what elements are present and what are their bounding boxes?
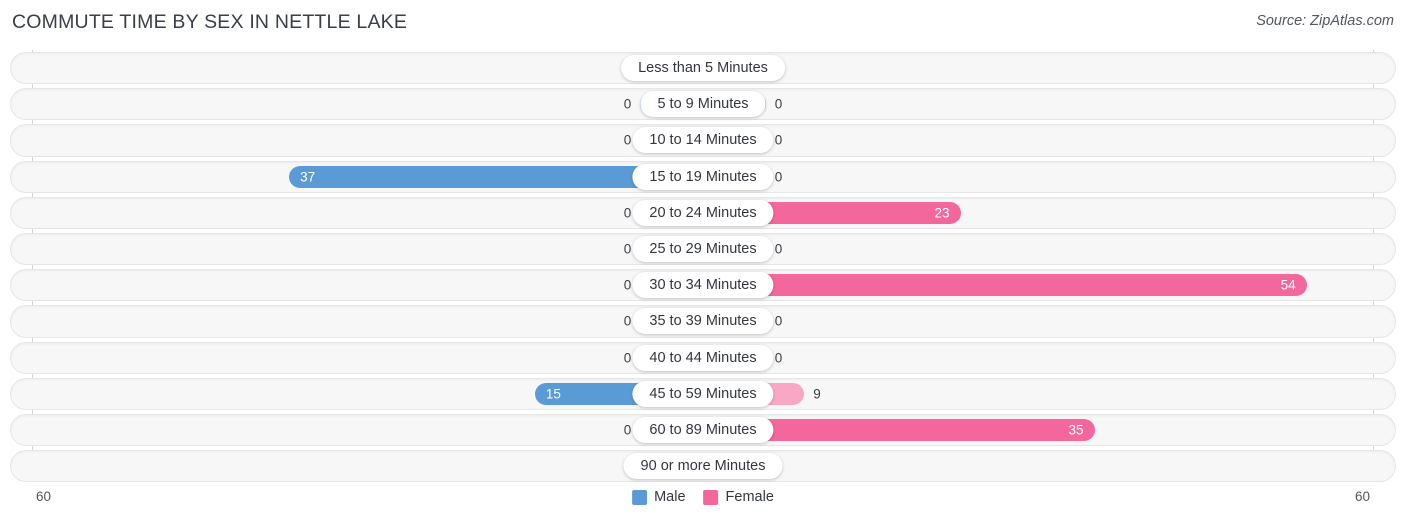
legend-swatch-icon [703, 489, 719, 505]
bar-rows-container: 00Less than 5 Minutes005 to 9 Minutes001… [0, 50, 1406, 484]
female-value-label: 0 [774, 241, 783, 257]
female-value-label: 0 [774, 350, 783, 366]
category-label: 25 to 29 Minutes [632, 236, 774, 263]
chart-row: 15 9 45 to 59 Minutes [10, 376, 1396, 412]
female-value-label: 0 [774, 169, 783, 185]
legend-label: Female [725, 489, 774, 505]
category-label: 30 to 34 Minutes [632, 272, 774, 299]
chart-root: COMMUTE TIME BY SEX IN NETTLE LAKE Sourc… [0, 0, 1406, 523]
category-label: Less than 5 Minutes [621, 55, 785, 82]
legend-swatch-icon [632, 489, 648, 505]
category-label: 10 to 14 Minutes [632, 127, 774, 154]
chart-row: 00Less than 5 Minutes [10, 50, 1396, 86]
male-value-label: 0 [623, 277, 632, 293]
legend-item-male[interactable]: Male [632, 489, 686, 505]
category-label: 40 to 44 Minutes [632, 344, 774, 371]
axis-label-left: 60 [36, 489, 52, 504]
chart-row: 0 0 10 to 14 Minutes [10, 122, 1396, 158]
female-bar[interactable]: 54 [703, 274, 1307, 297]
chart-row: 0 0 5 to 9 Minutes [10, 86, 1396, 122]
female-value-label: 35 [1068, 422, 1084, 438]
chart-row: 0 0 40 to 44 Minutes [10, 340, 1396, 376]
female-value-label: 23 [934, 205, 950, 221]
category-label: 35 to 39 Minutes [632, 308, 774, 335]
chart-footer: 60 60 Male Female [0, 485, 1406, 523]
male-value-label: 37 [300, 169, 316, 185]
male-value-label: 0 [623, 241, 632, 257]
category-label: 20 to 24 Minutes [632, 199, 774, 226]
category-label: 45 to 59 Minutes [632, 380, 774, 407]
female-value-label: 0 [774, 132, 783, 148]
female-value-label: 54 [1280, 277, 1296, 293]
female-value-label: 0 [774, 313, 783, 329]
category-label: 90 or more Minutes [623, 453, 783, 480]
axis-label-right: 60 [1354, 489, 1370, 504]
page-title: COMMUTE TIME BY SEX IN NETTLE LAKE [12, 11, 408, 33]
male-value-label: 0 [623, 313, 632, 329]
plot-area: 00Less than 5 Minutes005 to 9 Minutes001… [0, 50, 1406, 485]
chart-row: 37 0 15 to 19 Minutes [10, 159, 1396, 195]
male-value-label: 0 [623, 96, 632, 112]
male-value-label: 0 [623, 350, 632, 366]
chart-legend: Male Female [632, 489, 774, 505]
legend-label: Male [654, 489, 686, 505]
female-value-label: 9 [813, 386, 821, 402]
category-label: 5 to 9 Minutes [640, 91, 766, 118]
male-value-label: 0 [623, 422, 632, 438]
male-value-label: 15 [545, 386, 561, 402]
female-value-label: 0 [774, 96, 783, 112]
chart-row: 0 23 20 to 24 Minutes [10, 195, 1396, 231]
chart-row: 0 54 30 to 34 Minutes [10, 267, 1396, 303]
male-value-label: 0 [623, 205, 632, 221]
category-label: 60 to 89 Minutes [632, 416, 774, 443]
source-attribution: Source: ZipAtlas.com [1256, 13, 1394, 29]
chart-row: 0 0 35 to 39 Minutes [10, 303, 1396, 339]
chart-row: 0 35 60 to 89 Minutes [10, 412, 1396, 448]
category-label: 15 to 19 Minutes [632, 163, 774, 190]
male-value-label: 0 [623, 132, 632, 148]
legend-item-female[interactable]: Female [703, 489, 774, 505]
chart-row: 0090 or more Minutes [10, 448, 1396, 484]
chart-row: 0 0 25 to 29 Minutes [10, 231, 1396, 267]
